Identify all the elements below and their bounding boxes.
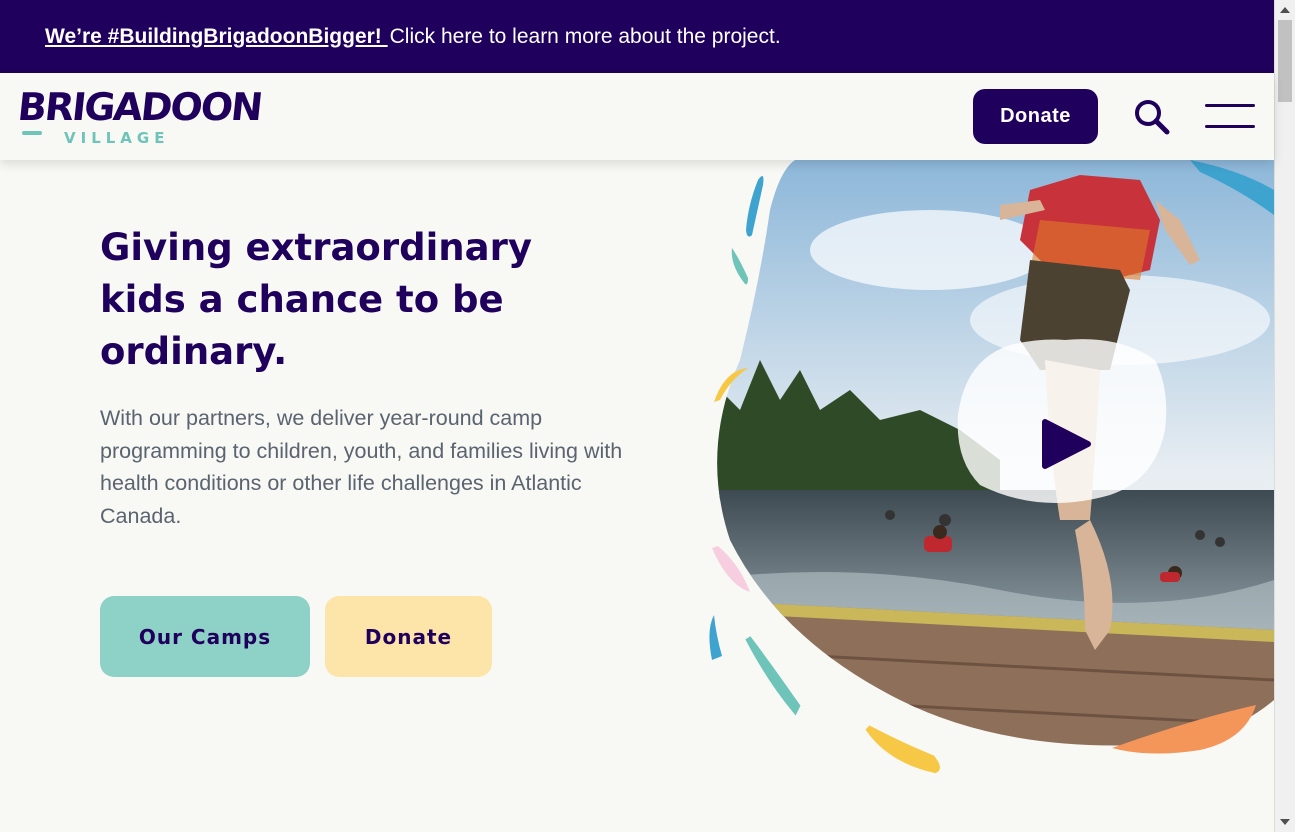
site-header: BRIGADOON VILLAGE Donate (0, 73, 1274, 160)
hero-description: With our partners, we deliver year-round… (100, 406, 623, 528)
announcement-text[interactable]: Click here to learn more about the proje… (390, 25, 781, 48)
announcement-link[interactable]: We’re #BuildingBrigadoonBigger! (45, 25, 388, 48)
scrollbar-thumb[interactable] (1278, 20, 1292, 102)
hero-video-image[interactable] (700, 160, 1274, 780)
header-donate-button[interactable]: Donate (973, 89, 1098, 144)
scrollbar[interactable] (1274, 0, 1295, 832)
our-camps-button[interactable]: Our Camps (100, 596, 310, 677)
scroll-down-arrow-icon[interactable] (1280, 819, 1290, 825)
brigadoon-logo[interactable]: BRIGADOON VILLAGE (16, 85, 264, 151)
hero-title: Giving extraordinary kids a chance to be… (100, 226, 532, 373)
announcement-bar[interactable]: We’re #BuildingBrigadoonBigger! Click he… (0, 0, 1274, 73)
hamburger-menu-icon[interactable] (1205, 104, 1255, 128)
logo-accent (22, 131, 42, 135)
play-icon[interactable] (957, 339, 1167, 503)
search-icon[interactable] (1133, 98, 1171, 136)
hero-donate-button[interactable]: Donate (325, 596, 492, 677)
logo-subtitle: VILLAGE (64, 129, 170, 147)
logo-wordmark: BRIGADOON (15, 85, 264, 129)
scroll-up-arrow-icon[interactable] (1280, 7, 1290, 13)
